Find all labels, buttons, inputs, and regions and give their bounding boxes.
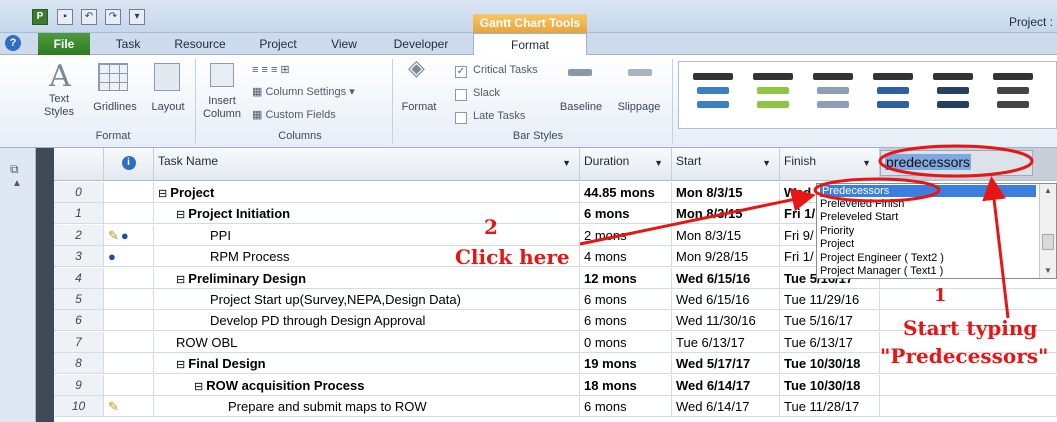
- annotation-step1-text: Start typing: [903, 316, 1038, 340]
- annotation-step1-quote: "Predecessors": [880, 344, 1049, 368]
- annotation-step2-number: 2: [484, 215, 498, 239]
- annotation-step1-number: 1: [934, 285, 947, 306]
- annotation-step2-text: Click here: [455, 245, 570, 269]
- highlight-ellipse-option: [813, 177, 941, 203]
- arrow-step1: [982, 176, 1010, 319]
- highlight-ellipse-search: [878, 144, 1034, 178]
- arrow-step2: [579, 187, 816, 246]
